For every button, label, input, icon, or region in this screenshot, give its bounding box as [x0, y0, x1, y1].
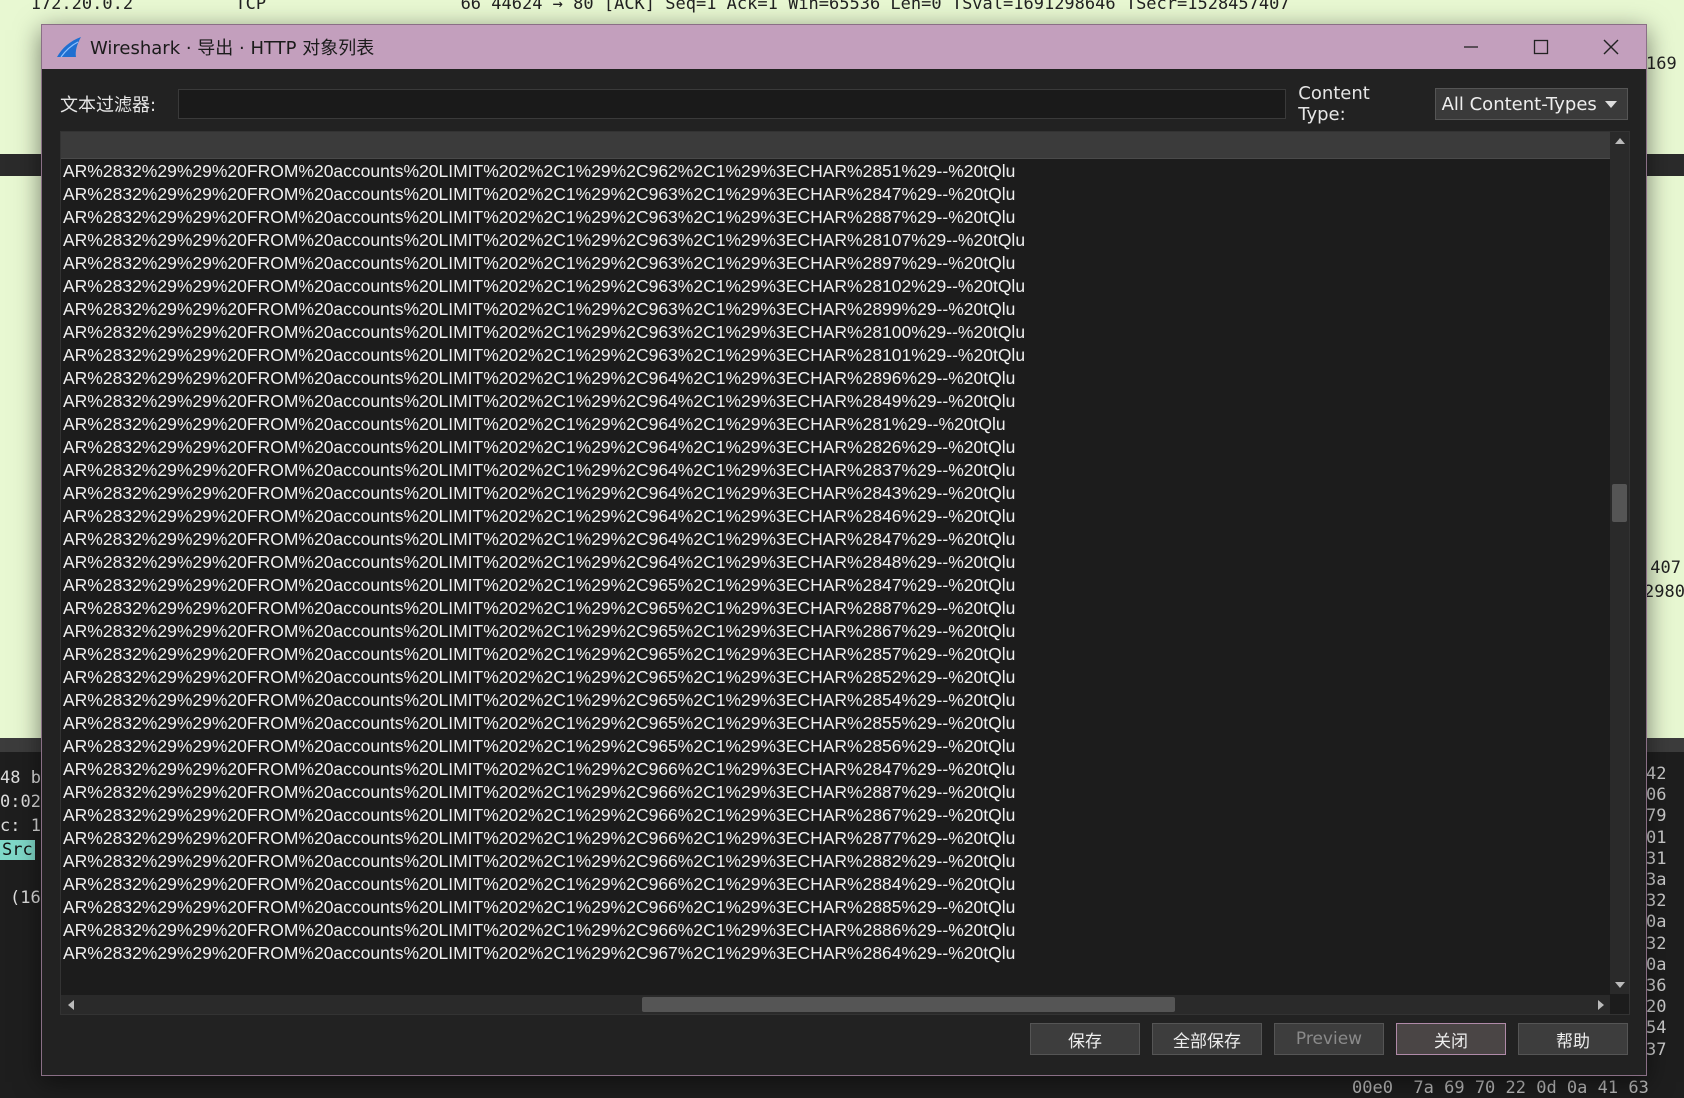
arrow-left-icon — [67, 999, 74, 1010]
export-http-objects-dialog: Wireshark · 导出 · HTTP 对象列表 文本过滤器: Conten… — [41, 24, 1647, 1076]
background-hex-value: 54 — [1646, 1018, 1667, 1039]
list-item[interactable]: AR%2832%29%29%20FROM%20accounts%20LIMIT%… — [61, 344, 1610, 367]
background-packet-row: 172.20.0.2 TCP 66 44624 → 80 [ACK] Seq=1… — [0, 0, 1290, 14]
background-hex-value: 79 — [1646, 806, 1667, 827]
background-detail-line: (16 — [10, 888, 41, 908]
background-hex-value: 32 — [1646, 933, 1667, 954]
list-header[interactable] — [61, 132, 1610, 159]
list-item[interactable]: AR%2832%29%29%20FROM%20accounts%20LIMIT%… — [61, 528, 1610, 551]
text-filter-label: 文本过滤器: — [60, 95, 157, 116]
help-button[interactable]: 帮助 — [1518, 1023, 1628, 1055]
vertical-scroll-thumb[interactable] — [1612, 484, 1627, 522]
background-hex-value: 31 — [1646, 848, 1667, 869]
list-item[interactable]: AR%2832%29%29%20FROM%20accounts%20LIMIT%… — [61, 413, 1610, 436]
list-item[interactable]: AR%2832%29%29%20FROM%20accounts%20LIMIT%… — [61, 712, 1610, 735]
scroll-left-button[interactable] — [61, 995, 80, 1014]
list-item[interactable]: AR%2832%29%29%20FROM%20accounts%20LIMIT%… — [61, 942, 1610, 965]
list-item[interactable]: AR%2832%29%29%20FROM%20accounts%20LIMIT%… — [61, 574, 1610, 597]
list-item[interactable]: AR%2832%29%29%20FROM%20accounts%20LIMIT%… — [61, 597, 1610, 620]
preview-button[interactable]: Preview — [1274, 1023, 1384, 1055]
horizontal-scrollbar[interactable] — [61, 995, 1610, 1014]
background-detail-line: 0:02 — [0, 792, 41, 812]
background-hex-value: 06 — [1646, 785, 1667, 806]
background-hex-row: 00e0 7a 69 70 22 0d 0a 41 63 — [1352, 1078, 1649, 1098]
list-item[interactable]: AR%2832%29%29%20FROM%20accounts%20LIMIT%… — [61, 183, 1610, 206]
scroll-right-button[interactable] — [1591, 995, 1610, 1014]
list-item[interactable]: AR%2832%29%29%20FROM%20accounts%20LIMIT%… — [61, 850, 1610, 873]
content-type-value: All Content-Types — [1441, 93, 1597, 115]
list-item[interactable]: AR%2832%29%29%20FROM%20accounts%20LIMIT%… — [61, 252, 1610, 275]
minimize-icon — [1464, 46, 1478, 48]
wireshark-fin-icon — [57, 37, 81, 58]
background-hex-value: 0a — [1646, 912, 1667, 933]
list-item[interactable]: AR%2832%29%29%20FROM%20accounts%20LIMIT%… — [61, 919, 1610, 942]
background-hex-value: 3a — [1646, 870, 1667, 890]
list-item[interactable]: AR%2832%29%29%20FROM%20accounts%20LIMIT%… — [61, 758, 1610, 781]
chevron-down-icon — [1605, 101, 1617, 108]
save-button[interactable]: 保存 — [1030, 1023, 1140, 1055]
background-hex-value: 01 — [1646, 827, 1667, 848]
content-type-select[interactable]: All Content-Types — [1434, 88, 1628, 120]
list-item[interactable]: AR%2832%29%29%20FROM%20accounts%20LIMIT%… — [61, 781, 1610, 804]
background-hex-value: 20 — [1646, 997, 1667, 1018]
list-item[interactable]: AR%2832%29%29%20FROM%20accounts%20LIMIT%… — [61, 551, 1610, 574]
list-item[interactable]: AR%2832%29%29%20FROM%20accounts%20LIMIT%… — [61, 206, 1610, 229]
background-detail-line: c: 1 — [0, 816, 41, 836]
list-item[interactable]: AR%2832%29%29%20FROM%20accounts%20LIMIT%… — [61, 160, 1610, 183]
maximize-button[interactable] — [1506, 25, 1576, 69]
http-object-list[interactable]: AR%2832%29%29%20FROM%20accounts%20LIMIT%… — [60, 131, 1630, 1015]
background-hex-value: 32 — [1646, 891, 1667, 912]
close-icon — [1603, 39, 1619, 55]
list-item[interactable]: AR%2832%29%29%20FROM%20accounts%20LIMIT%… — [61, 436, 1610, 459]
dialog-button-row: 保存 全部保存 Preview 关闭 帮助 — [1030, 1023, 1628, 1057]
list-item[interactable]: AR%2832%29%29%20FROM%20accounts%20LIMIT%… — [61, 873, 1610, 896]
close-button[interactable]: 关闭 — [1396, 1023, 1506, 1055]
list-item[interactable]: AR%2832%29%29%20FROM%20accounts%20LIMIT%… — [61, 666, 1610, 689]
list-item[interactable]: AR%2832%29%29%20FROM%20accounts%20LIMIT%… — [61, 367, 1610, 390]
background-hex-value: 36 — [1646, 976, 1667, 996]
list-item[interactable]: AR%2832%29%29%20FROM%20accounts%20LIMIT%… — [61, 390, 1610, 413]
arrow-down-icon — [1614, 982, 1625, 988]
text-filter-input[interactable] — [177, 89, 1287, 119]
list-item[interactable]: AR%2832%29%29%20FROM%20accounts%20LIMIT%… — [61, 620, 1610, 643]
background-detail-line: 48 b — [0, 768, 41, 788]
list-item[interactable]: AR%2832%29%29%20FROM%20accounts%20LIMIT%… — [61, 896, 1610, 919]
background-fragment: 169 — [1646, 54, 1677, 74]
list-item[interactable]: AR%2832%29%29%20FROM%20accounts%20LIMIT%… — [61, 482, 1610, 505]
list-item[interactable]: AR%2832%29%29%20FROM%20accounts%20LIMIT%… — [61, 804, 1610, 827]
list-item[interactable]: AR%2832%29%29%20FROM%20accounts%20LIMIT%… — [61, 643, 1610, 666]
maximize-icon — [1533, 39, 1549, 55]
background-hex-value: 42 — [1646, 764, 1667, 784]
list-item[interactable]: AR%2832%29%29%20FROM%20accounts%20LIMIT%… — [61, 459, 1610, 482]
dialog-titlebar[interactable]: Wireshark · 导出 · HTTP 对象列表 — [42, 25, 1646, 69]
list-item[interactable]: AR%2832%29%29%20FROM%20accounts%20LIMIT%… — [61, 321, 1610, 344]
dialog-body: 文本过滤器: Content Type: All Content-Types A… — [42, 69, 1646, 1075]
list-item[interactable]: AR%2832%29%29%20FROM%20accounts%20LIMIT%… — [61, 229, 1610, 252]
list-item[interactable]: AR%2832%29%29%20FROM%20accounts%20LIMIT%… — [61, 298, 1610, 321]
scroll-up-button[interactable] — [1610, 132, 1629, 150]
content-type-label: Content Type: — [1298, 83, 1370, 125]
background-src-label: Src — [0, 840, 35, 860]
list-rows: AR%2832%29%29%20FROM%20accounts%20LIMIT%… — [61, 160, 1610, 994]
background-hex-value: 37 — [1646, 1039, 1667, 1060]
background-fragment: 2980 — [1644, 582, 1684, 602]
list-item[interactable]: AR%2832%29%29%20FROM%20accounts%20LIMIT%… — [61, 275, 1610, 298]
save-all-button[interactable]: 全部保存 — [1152, 1023, 1262, 1055]
list-item[interactable]: AR%2832%29%29%20FROM%20accounts%20LIMIT%… — [61, 827, 1610, 850]
arrow-right-icon — [1597, 999, 1604, 1010]
dialog-title: Wireshark · 导出 · HTTP 对象列表 — [90, 38, 375, 59]
filter-row: 文本过滤器: Content Type: All Content-Types — [60, 83, 1628, 125]
horizontal-scroll-thumb[interactable] — [642, 997, 1175, 1012]
vertical-scrollbar[interactable] — [1610, 132, 1629, 994]
scroll-down-button[interactable] — [1610, 976, 1629, 994]
background-hex-value: 0a — [1646, 954, 1667, 975]
close-window-button[interactable] — [1576, 25, 1646, 69]
list-item[interactable]: AR%2832%29%29%20FROM%20accounts%20LIMIT%… — [61, 735, 1610, 758]
list-item[interactable]: AR%2832%29%29%20FROM%20accounts%20LIMIT%… — [61, 505, 1610, 528]
minimize-button[interactable] — [1436, 25, 1506, 69]
arrow-up-icon — [1614, 138, 1625, 144]
list-item[interactable]: AR%2832%29%29%20FROM%20accounts%20LIMIT%… — [61, 689, 1610, 712]
